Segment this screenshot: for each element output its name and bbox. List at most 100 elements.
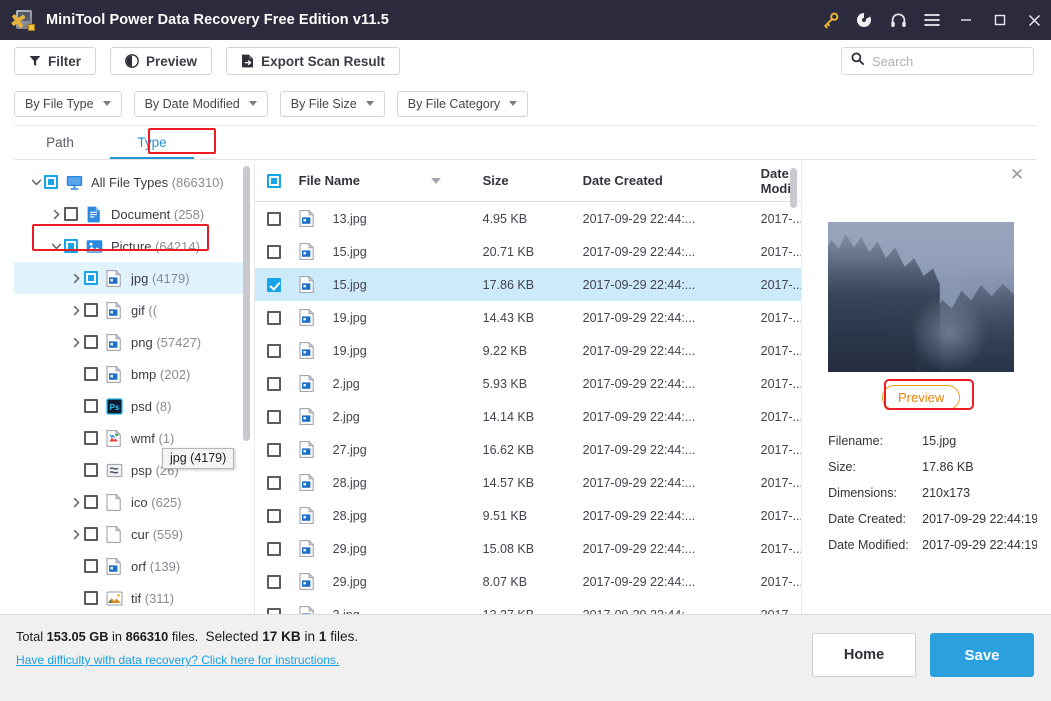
sort-descending-icon[interactable] (431, 177, 442, 184)
table-row[interactable]: 29.jpg 15.08 KB 2017-09-29 22:44:... 2017-.… (255, 532, 801, 565)
row-checkbox[interactable] (266, 409, 281, 424)
row-checkbox-cell[interactable] (266, 244, 299, 259)
tree-node-checkbox[interactable] (84, 271, 98, 285)
table-row[interactable]: 13.jpg 4.95 KB 2017-09-29 22:44:... 2017-..… (255, 202, 801, 235)
row-checkbox-cell[interactable] (266, 541, 299, 556)
row-checkbox[interactable] (266, 244, 281, 259)
tree-node-checkbox[interactable] (64, 239, 78, 253)
chevron-right-icon[interactable] (68, 270, 84, 286)
filter-chip-2[interactable]: By Date Modified (133, 90, 268, 117)
table-row[interactable]: 15.jpg 20.71 KB 2017-09-29 22:44:... 2017-.… (255, 235, 801, 268)
tree-node-checkbox[interactable] (84, 303, 98, 317)
tree-node-document[interactable]: Document (258) (14, 198, 246, 230)
tab-type[interactable]: Type (106, 126, 198, 159)
tree-node-checkbox[interactable] (84, 591, 98, 605)
tree-node-tif[interactable]: tif (311) (14, 582, 246, 614)
row-checkbox-cell[interactable] (266, 475, 299, 490)
filter-chip-1[interactable]: By File Type (14, 90, 122, 117)
preview-button[interactable]: Preview (110, 47, 213, 75)
chevron-down-icon[interactable] (28, 174, 44, 190)
tree-node-bmp[interactable]: bmp (202) (14, 358, 246, 390)
tree-node-png[interactable]: png (57427) (14, 326, 246, 358)
key-icon[interactable] (813, 0, 847, 40)
row-checkbox-cell[interactable] (266, 277, 299, 292)
tree-node-checkbox[interactable] (84, 431, 98, 445)
tree-node-cur[interactable]: cur (559) (14, 518, 246, 550)
export-scan-result-button[interactable]: Export Scan Result (226, 47, 400, 75)
file-list-scrollbar[interactable] (790, 168, 798, 208)
preview-image-button[interactable]: Preview (882, 385, 961, 410)
filter-chip-4[interactable]: By File Category (396, 90, 529, 117)
tree-node-checkbox[interactable] (84, 335, 98, 349)
hamburger-menu-icon[interactable] (915, 0, 949, 40)
row-checkbox[interactable] (266, 574, 281, 589)
row-checkbox-cell[interactable] (266, 310, 299, 325)
tree-node-psd[interactable]: Ps psd (8) (14, 390, 246, 422)
tree-node-gif[interactable]: gif (( (14, 294, 246, 326)
help-link[interactable]: Have difficulty with data recovery? Clic… (16, 653, 339, 667)
minimize-icon[interactable] (949, 0, 983, 40)
search-box[interactable] (841, 47, 1034, 75)
filter-chip-3[interactable]: By File Size (279, 90, 385, 117)
row-checkbox[interactable] (266, 475, 281, 490)
row-checkbox[interactable] (266, 442, 281, 457)
row-checkbox[interactable] (266, 541, 281, 556)
tree-node-checkbox[interactable] (84, 527, 98, 541)
save-button[interactable]: Save (930, 633, 1034, 677)
tree-node-checkbox[interactable] (84, 399, 98, 413)
row-checkbox-cell[interactable] (266, 574, 299, 589)
table-row[interactable]: 28.jpg 14.57 KB 2017-09-29 22:44:... 2017-.… (255, 466, 801, 499)
tree-node-checkbox[interactable] (64, 207, 78, 221)
filter-button[interactable]: Filter (14, 47, 97, 75)
table-row[interactable]: 2.jpg 5.93 KB 2017-09-29 22:44:... 2017-... (255, 367, 801, 400)
tree-scrollbar[interactable] (242, 166, 250, 441)
table-row[interactable]: 28.jpg 9.51 KB 2017-09-29 22:44:... 2017-..… (255, 499, 801, 532)
chevron-right-icon[interactable] (48, 206, 64, 222)
row-checkbox-cell[interactable] (266, 343, 299, 358)
close-icon[interactable]: ✕ (1009, 166, 1025, 183)
tree-node-checkbox[interactable] (44, 175, 58, 189)
close-icon[interactable] (1017, 0, 1051, 40)
tree-node-checkbox[interactable] (84, 495, 98, 509)
tree-node-checkbox[interactable] (84, 367, 98, 381)
row-checkbox[interactable] (266, 211, 281, 226)
chevron-right-icon[interactable] (68, 526, 84, 542)
row-checkbox-cell[interactable] (266, 376, 299, 391)
row-checkbox-cell[interactable] (266, 409, 299, 424)
chevron-down-icon[interactable] (48, 238, 64, 254)
row-checkbox-cell[interactable] (266, 211, 299, 226)
column-header-size[interactable]: Size (483, 173, 583, 188)
row-checkbox[interactable] (266, 376, 281, 391)
disc-icon[interactable] (847, 0, 881, 40)
row-checkbox-cell[interactable] (266, 442, 299, 457)
row-checkbox[interactable] (266, 508, 281, 523)
select-all-checkbox[interactable] (266, 173, 281, 188)
table-row[interactable]: 3.jpg13.27 KB2017-09-29 22:44:2017 (255, 598, 802, 614)
tree-node-ico[interactable]: ico (625) (14, 486, 246, 518)
row-checkbox-cell[interactable] (266, 508, 299, 523)
table-row[interactable]: 2.jpg 14.14 KB 2017-09-29 22:44:... 2017-..… (255, 400, 801, 433)
search-input[interactable] (872, 53, 1024, 69)
chevron-right-icon[interactable] (68, 302, 84, 318)
table-row[interactable]: 15.jpg 17.86 KB 2017-09-29 22:44:... 2017-.… (254, 268, 802, 301)
column-header-date-created[interactable]: Date Created (583, 173, 761, 188)
tree-node-orf[interactable]: orf (139) (14, 550, 246, 582)
table-row[interactable]: 29.jpg 8.07 KB 2017-09-29 22:44:... 2017-..… (255, 565, 801, 598)
column-header-file-name[interactable]: File Name (299, 173, 483, 188)
tree-node-checkbox[interactable] (84, 559, 98, 573)
row-checkbox[interactable] (266, 277, 281, 292)
select-all-checkbox-cell[interactable] (266, 173, 299, 188)
tab-path[interactable]: Path (14, 126, 106, 159)
row-checkbox[interactable] (266, 310, 281, 325)
chevron-right-icon[interactable] (68, 334, 84, 350)
table-row[interactable]: 19.jpg 9.22 KB 2017-09-29 22:44:... 2017-..… (255, 334, 801, 367)
chevron-right-icon[interactable] (68, 494, 84, 510)
tree-node-checkbox[interactable] (84, 463, 98, 477)
home-button[interactable]: Home (812, 633, 916, 677)
maximize-icon[interactable] (983, 0, 1017, 40)
headphones-icon[interactable] (881, 0, 915, 40)
tree-node-picture[interactable]: Picture (64214) (14, 230, 246, 262)
table-row[interactable]: 19.jpg 14.43 KB 2017-09-29 22:44:... 2017-.… (255, 301, 801, 334)
table-row[interactable]: 27.jpg 16.62 KB 2017-09-29 22:44:... 2017-.… (255, 433, 801, 466)
row-checkbox[interactable] (266, 343, 281, 358)
